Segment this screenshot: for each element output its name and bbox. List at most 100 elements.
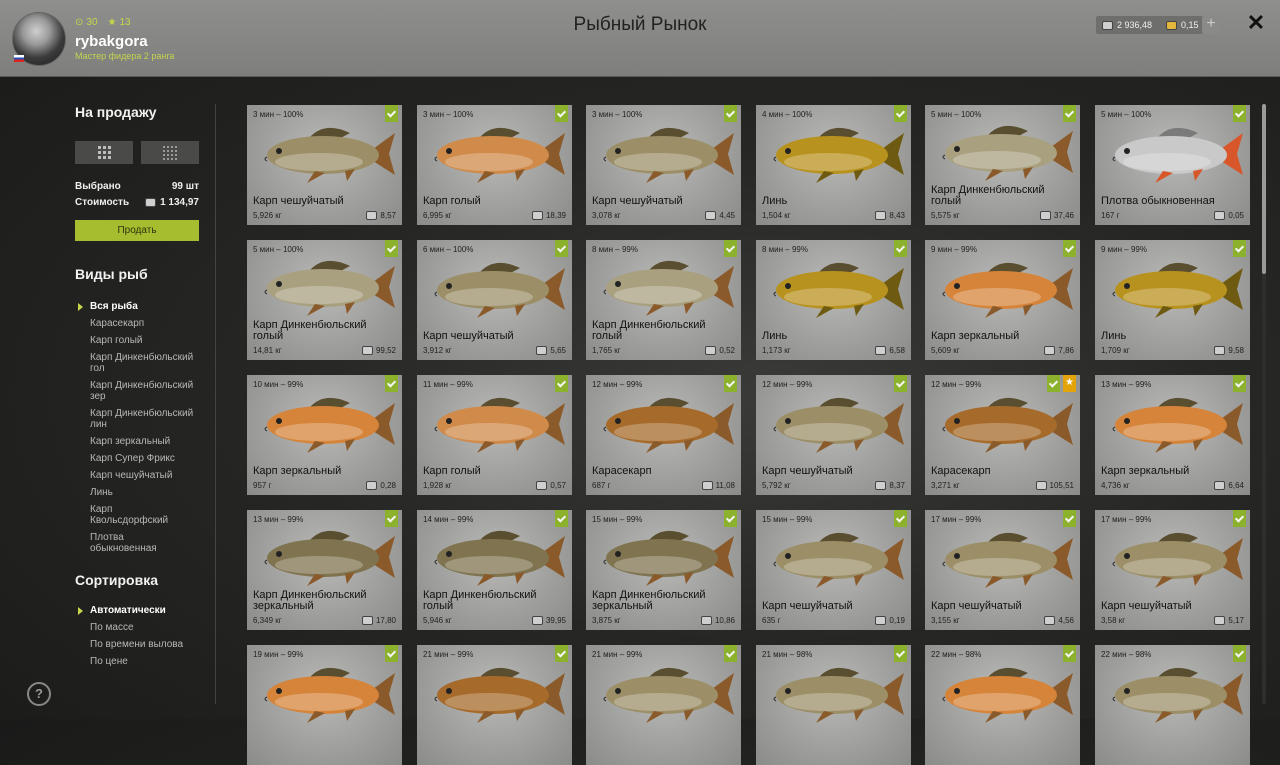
fish-card[interactable]: 13 мин – 99% Карп зеркальный 4,736 кг 6,…	[1095, 375, 1250, 495]
fish-card[interactable]: 12 мин – 99% ★ Карасекарп 3,271 кг 105,5…	[925, 375, 1080, 495]
fish-icon	[434, 397, 565, 453]
fish-card[interactable]: 5 мин – 100% Карп Динкенбюльский голый 1…	[247, 240, 402, 360]
scrollbar-thumb[interactable]	[1262, 104, 1266, 274]
filter-dink-leather[interactable]: Карп Динкенбюльский гол	[90, 352, 200, 374]
close-button[interactable]: ✕	[1245, 12, 1267, 34]
sell-button[interactable]: Продать	[75, 220, 199, 241]
fish-card[interactable]: 15 мин – 99% Карп Динкенбюльский зеркаль…	[586, 510, 741, 630]
filter-tench[interactable]: Линь	[90, 487, 215, 498]
filter-all-fish[interactable]: Вся рыба	[78, 301, 215, 312]
filter-crucian-carp[interactable]: Карасекарп	[90, 318, 215, 329]
add-gold-button[interactable]: +	[1202, 16, 1220, 34]
catch-time: 21 мин – 98%	[762, 650, 813, 659]
selected-check-icon[interactable]	[724, 375, 737, 392]
fish-card[interactable]: 19 мин – 99%	[247, 645, 402, 765]
selected-check-icon[interactable]	[1233, 105, 1246, 122]
selected-check-icon[interactable]	[724, 105, 737, 122]
selected-check-icon[interactable]	[1063, 240, 1076, 257]
filter-leather-carp[interactable]: Карп голый	[90, 335, 215, 346]
filter-mirror-carp[interactable]: Карп зеркальный	[90, 436, 215, 447]
fish-card[interactable]: 21 мин – 98%	[756, 645, 911, 765]
selected-check-icon[interactable]	[894, 375, 907, 392]
fish-price: 4,56	[1044, 616, 1074, 625]
filter-dink-line[interactable]: Карп Динкенбюльский лин	[90, 408, 200, 430]
selected-check-icon[interactable]	[555, 645, 568, 662]
selected-check-icon[interactable]	[1233, 510, 1246, 527]
fish-card[interactable]: 8 мин – 99% Линь 1,173 кг 6,58	[756, 240, 911, 360]
fish-weight: 167 г	[1101, 211, 1120, 220]
selected-check-icon[interactable]	[894, 240, 907, 257]
fish-price: 9,58	[1214, 346, 1244, 355]
filter-roach[interactable]: Плотва обыкновенная	[90, 532, 170, 554]
top-bar: ⊙ 30 ★ 13 rybakgora Мастер фидера 2 ранга …	[0, 0, 1280, 77]
sort-by-price[interactable]: По цене	[90, 656, 215, 667]
fish-card[interactable]: 4 мин – 100% Линь 1,504 кг 8,43	[756, 105, 911, 225]
selected-check-icon[interactable]	[1047, 375, 1060, 392]
fish-card[interactable]: 5 мин – 100% Плотва обыкновенная 167 г 0…	[1095, 105, 1250, 225]
filter-dink-mirror[interactable]: Карп Динкенбюльский зер	[90, 380, 200, 402]
silver-coin-icon	[875, 346, 887, 355]
large-grid-view-button[interactable]	[75, 141, 133, 164]
fish-card[interactable]: 8 мин – 99% Карп Динкенбюльский голый 1,…	[586, 240, 741, 360]
fish-card[interactable]: 17 мин – 99% Карп чешуйчатый 3,58 кг 5,1…	[1095, 510, 1250, 630]
fish-card[interactable]: 15 мин – 99% Карп чешуйчатый 635 г 0,19	[756, 510, 911, 630]
favorite-star-icon[interactable]: ★	[1063, 375, 1076, 392]
sort-auto[interactable]: Автоматически	[78, 605, 215, 616]
catch-time: 21 мин – 99%	[423, 650, 474, 659]
selected-check-icon[interactable]	[385, 105, 398, 122]
fish-price: 105,51	[1035, 481, 1074, 490]
selected-check-icon[interactable]	[555, 240, 568, 257]
fish-card[interactable]: 9 мин – 99% Линь 1,709 кг 9,58	[1095, 240, 1250, 360]
fish-card[interactable]: 22 мин – 98%	[925, 645, 1080, 765]
fish-card[interactable]: 14 мин – 99% Карп Динкенбюльский голый 5…	[417, 510, 572, 630]
selected-check-icon[interactable]	[555, 510, 568, 527]
selected-check-icon[interactable]	[1233, 375, 1246, 392]
selected-check-icon[interactable]	[894, 645, 907, 662]
fish-weight: 3,271 кг	[931, 481, 960, 490]
fish-card[interactable]: 10 мин – 99% Карп зеркальный 957 г 0,28	[247, 375, 402, 495]
selected-check-icon[interactable]	[555, 375, 568, 392]
fish-card[interactable]: 3 мин – 100% Карп чешуйчатый 5,926 кг 8,…	[247, 105, 402, 225]
fish-type-filter-list: Вся рыба Карасекарп Карп голый Карп Динк…	[78, 301, 215, 560]
filter-kwolsdorf-carp[interactable]: Карп Квольсдорфский	[90, 504, 180, 526]
fish-name: Карп Динкенбюльский зеркальный	[592, 589, 706, 612]
selected-check-icon[interactable]	[724, 645, 737, 662]
selected-check-icon[interactable]	[894, 510, 907, 527]
selected-check-icon[interactable]	[1063, 510, 1076, 527]
fish-card[interactable]: 21 мин – 99%	[586, 645, 741, 765]
fish-card[interactable]: 6 мин – 100% Карп чешуйчатый 3,912 кг 5,…	[417, 240, 572, 360]
fish-card[interactable]: 9 мин – 99% Карп зеркальный 5,609 кг 7,8…	[925, 240, 1080, 360]
selected-check-icon[interactable]	[1233, 240, 1246, 257]
fish-icon	[1112, 262, 1243, 318]
fish-card[interactable]: 3 мин – 100% Карп голый 6,995 кг 18,39	[417, 105, 572, 225]
selected-check-icon[interactable]	[1233, 645, 1246, 662]
fish-card[interactable]: 12 мин – 99% Карп чешуйчатый 5,792 кг 8,…	[756, 375, 911, 495]
selected-check-icon[interactable]	[385, 240, 398, 257]
filter-super-frix-carp[interactable]: Карп Супер Фрикс	[90, 453, 215, 464]
selected-check-icon[interactable]	[385, 375, 398, 392]
fish-card[interactable]: 21 мин – 99%	[417, 645, 572, 765]
help-button[interactable]: ?	[27, 682, 51, 706]
fish-card[interactable]: 22 мин – 98%	[1095, 645, 1250, 765]
fish-card[interactable]: 3 мин – 100% Карп чешуйчатый 3,078 кг 4,…	[586, 105, 741, 225]
selected-check-icon[interactable]	[555, 105, 568, 122]
sort-by-weight[interactable]: По массе	[90, 622, 215, 633]
fish-card[interactable]: 17 мин – 99% Карп чешуйчатый 3,155 кг 4,…	[925, 510, 1080, 630]
fish-card[interactable]: 12 мин – 99% Карасекарп 687 г 11,08	[586, 375, 741, 495]
selected-check-icon[interactable]	[385, 510, 398, 527]
fish-icon	[773, 127, 904, 183]
fish-card[interactable]: 5 мин – 100% Карп Динкенбюльский голый 5…	[925, 105, 1080, 225]
selected-check-icon[interactable]	[724, 240, 737, 257]
fish-name: Карп чешуйчатый	[1101, 600, 1192, 612]
selected-check-icon[interactable]	[724, 510, 737, 527]
small-grid-view-button[interactable]	[141, 141, 199, 164]
fish-card[interactable]: 11 мин – 99% Карп голый 1,928 кг 0,57	[417, 375, 572, 495]
selected-check-icon[interactable]	[1063, 645, 1076, 662]
selected-check-icon[interactable]	[894, 105, 907, 122]
selected-check-icon[interactable]	[385, 645, 398, 662]
sort-by-catch-time[interactable]: По времени вылова	[90, 639, 215, 650]
catch-time: 17 мин – 99%	[931, 515, 982, 524]
selected-check-icon[interactable]	[1063, 105, 1076, 122]
fish-card[interactable]: 13 мин – 99% Карп Динкенбюльский зеркаль…	[247, 510, 402, 630]
filter-scaly-carp[interactable]: Карп чешуйчатый	[90, 470, 215, 481]
